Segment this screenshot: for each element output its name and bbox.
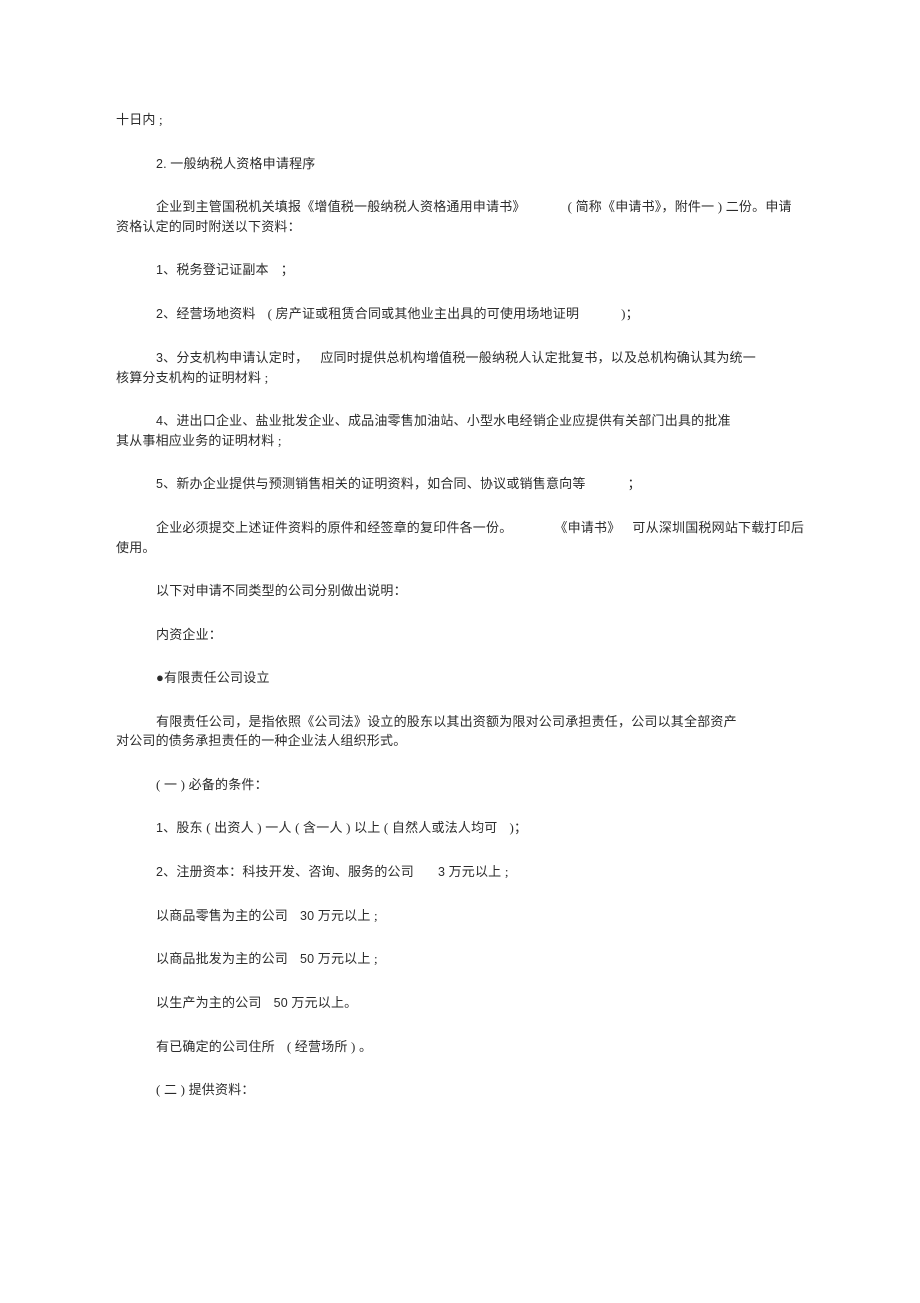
section-heading: 2. 一般纳税人资格申请程序	[116, 154, 810, 174]
text: 内资企业：	[156, 627, 222, 642]
numeral: 3	[116, 349, 163, 368]
list-item-4: 4、进出口企业、盐业批发企业、成品油零售加油站、小型水电经销企业应提供有关部门出…	[116, 411, 810, 450]
list-item-3: 3、分支机构申请认定时， 应同时提供总机构增值税一般纳税人认定批复书，以及总机构确…	[116, 348, 810, 387]
paragraph: 企业必须提交上述证件资料的原件和经签章的复印件各一份。 《申请书》可从深圳国税网站…	[116, 518, 810, 557]
list-item-5: 5、新办企业提供与预测销售相关的证明资料，如合同、协议或销售意向等；	[116, 474, 810, 494]
text: 应同时提供总机构增值税一般纳税人认定批复书，以及总机构确认其为统一	[320, 350, 756, 365]
paragraph: 以下对申请不同类型的公司分别做出说明：	[116, 581, 810, 601]
text: 对公司的债务承担责任的一种企业法人组织形式。	[116, 733, 406, 748]
paragraph: 有限责任公司，是指依照《公司法》设立的股东以其出资额为限对公司承担责任，公司以其…	[116, 712, 810, 751]
list-item: 2、注册资本：科技开发、咨询、服务的公司3 万元以上 ;	[116, 862, 810, 882]
document-page: 十日内 ; 2. 一般纳税人资格申请程序 企业到主管国税机关填报《增值税一般纳税…	[116, 110, 810, 1100]
text: 其从事相应业务的证明材料 ;	[116, 433, 282, 448]
text: 万元以上。	[288, 995, 357, 1010]
text: 企业到主管国税机关填报《增值税一般纳税人资格通用申请书》	[116, 197, 526, 217]
text: 、股东 ( 出资人 ) 一人 ( 含一人 ) 以上 ( 自然人或法人均可	[163, 820, 497, 835]
text: ( 房产证或租赁合同或其他业主出具的可使用场地证明	[268, 306, 580, 321]
text: )；	[510, 820, 528, 835]
numeral: 4	[116, 412, 163, 431]
text: 以生产为主的公司	[156, 995, 262, 1010]
list-item: 1、股东 ( 出资人 ) 一人 ( 含一人 ) 以上 ( 自然人或法人均可)；	[116, 818, 810, 838]
text: 有限责任公司，是指依照《公司法》设立的股东以其出资额为限对公司承担责任，公司以其…	[116, 712, 737, 732]
text: 十日内 ;	[116, 112, 163, 127]
text: )；	[621, 306, 639, 321]
text: 《申请书》	[554, 520, 620, 535]
text: 、经营场地资料	[163, 306, 255, 321]
text: ( 简称《申请书》，附件一 ) 二份。申请	[568, 199, 792, 214]
text: 以商品零售为主的公司	[156, 908, 288, 923]
list-item: 以生产为主的公司 50 万元以上。	[116, 993, 810, 1013]
paragraph: 企业到主管国税机关填报《增值税一般纳税人资格通用申请书》 ( 简称《申请书》，附件…	[116, 197, 810, 236]
text: ；	[281, 262, 294, 277]
subheading: 内资企业：	[116, 625, 810, 645]
list-item: 以商品批发为主的公司 50 万元以上 ;	[116, 949, 810, 969]
text: 、注册资本：科技开发、咨询、服务的公司	[163, 864, 414, 879]
text: 、分支机构申请认定时，	[163, 350, 308, 365]
text: ( 二 ) 提供资料：	[156, 1082, 255, 1097]
numeral: 30	[300, 909, 314, 923]
text: 企业必须提交上述证件资料的原件和经签章的复印件各一份。	[116, 518, 512, 538]
text: 以商品批发为主的公司	[156, 951, 288, 966]
text: 资格认定的同时附送以下资料：	[116, 219, 301, 234]
list-item-2: 2、经营场地资料( 房产证或租赁合同或其他业主出具的可使用场地证明)；	[116, 304, 810, 324]
text: 万元以上 ;	[445, 864, 509, 879]
numeral: 2.	[156, 157, 167, 171]
text: 一般纳税人资格申请程序	[167, 156, 316, 171]
numeral: 50	[274, 996, 288, 1010]
text: ；	[628, 476, 641, 491]
section-label: ( 二 ) 提供资料：	[116, 1080, 810, 1100]
text: ●有限责任公司设立	[156, 670, 270, 685]
text: 万元以上 ;	[314, 908, 378, 923]
text: 核算分支机构的证明材料 ;	[116, 370, 268, 385]
list-item: 有已确定的公司住所 ( 经营场所 ) 。	[116, 1037, 810, 1057]
text: 有已确定的公司住所	[156, 1039, 275, 1054]
text: 、税务登记证副本	[163, 262, 269, 277]
text: 以下对申请不同类型的公司分别做出说明：	[156, 583, 407, 598]
text: 、新办企业提供与预测销售相关的证明资料，如合同、协议或销售意向等	[163, 476, 585, 491]
numeral: 50	[300, 952, 314, 966]
line-continuation: 十日内 ;	[116, 110, 810, 130]
section-label: ( 一 ) 必备的条件：	[116, 775, 810, 795]
text: 可从深圳国税网站下载打印后	[632, 520, 804, 535]
text: ( 一 ) 必备的条件：	[156, 777, 268, 792]
list-item: 以商品零售为主的公司 30 万元以上 ;	[116, 906, 810, 926]
text: 、进出口企业、盐业批发企业、成品油零售加油站、小型水电经销企业应提供有关部门出具…	[163, 413, 731, 428]
text: 使用。	[116, 540, 156, 555]
text: 万元以上 ;	[314, 951, 378, 966]
bullet-heading: ●有限责任公司设立	[116, 668, 810, 688]
text: ( 经营场所 ) 。	[287, 1039, 372, 1054]
list-item-1: 1、税务登记证副本；	[116, 260, 810, 280]
